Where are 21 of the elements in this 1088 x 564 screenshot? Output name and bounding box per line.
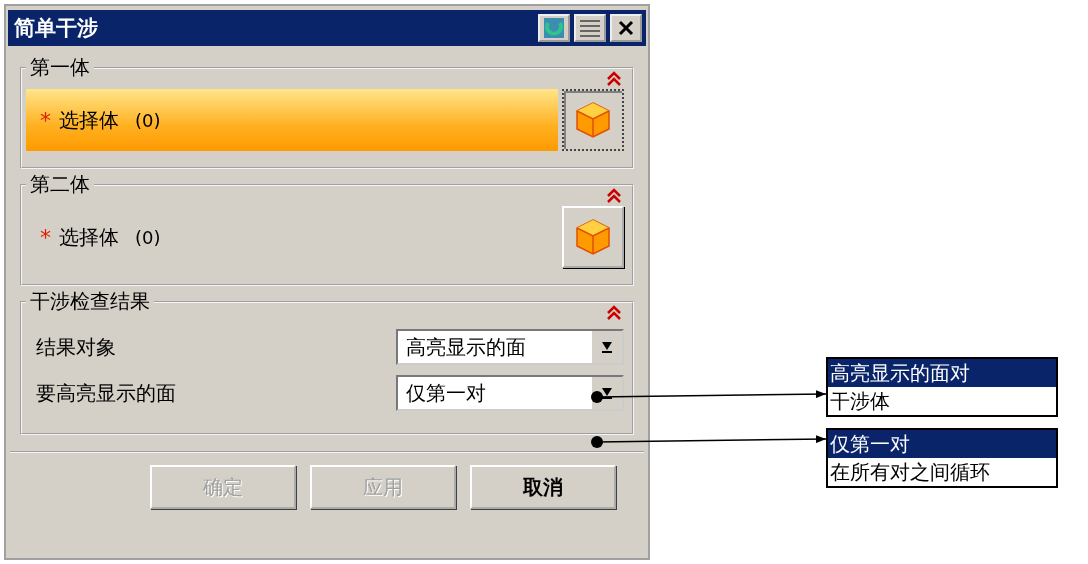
option-label: 要高亮显示的面 bbox=[36, 379, 176, 407]
dropdown-option[interactable]: 仅第一对 bbox=[828, 430, 1056, 458]
required-mark: * bbox=[40, 224, 51, 250]
window-title: 简单干涉 bbox=[14, 15, 98, 42]
selection-label: 选择体 bbox=[59, 106, 119, 134]
selection-count: (0) bbox=[135, 226, 161, 248]
dropdown-option[interactable]: 干涉体 bbox=[828, 387, 1056, 415]
selection-label: 选择体 bbox=[59, 223, 119, 251]
dropdown-field[interactable]: 高亮显示的面 bbox=[396, 329, 624, 365]
option-label: 结果对象 bbox=[36, 333, 116, 361]
dropdown-field[interactable]: 仅第一对 bbox=[396, 375, 624, 411]
dropdown-option[interactable]: 在所有对之间循环 bbox=[828, 458, 1056, 486]
required-mark: * bbox=[40, 107, 51, 133]
group-title: 第二体 bbox=[29, 171, 91, 198]
group-title: 干涉检查结果 bbox=[29, 288, 151, 315]
dialog-button[interactable]: 取消 bbox=[470, 465, 616, 509]
selection-row[interactable]: * 选择体 (0) bbox=[26, 206, 558, 268]
dropdown-option[interactable]: 高亮显示的面对 bbox=[828, 359, 1056, 387]
group-title: 第一体 bbox=[29, 54, 91, 81]
selection-row[interactable]: * 选择体 (0) bbox=[26, 89, 558, 151]
selection-count: (0) bbox=[135, 109, 161, 131]
